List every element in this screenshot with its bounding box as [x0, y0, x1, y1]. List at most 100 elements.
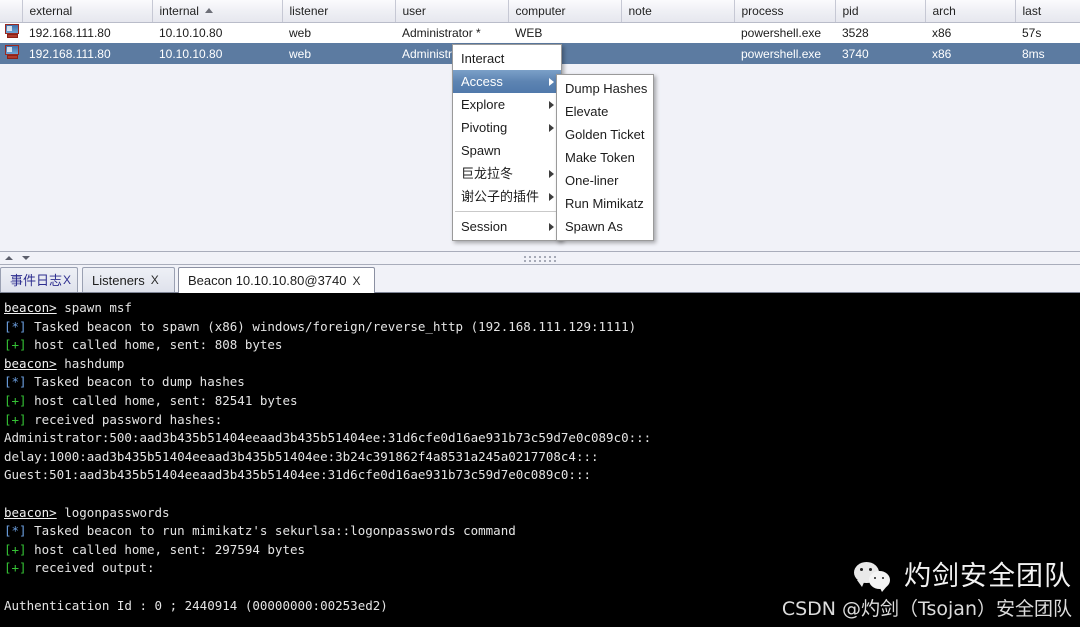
- console-line: [4, 485, 1080, 504]
- column-header-label: computer: [515, 3, 566, 18]
- menu-item-巨龙拉冬[interactable]: 巨龙拉冬: [453, 162, 561, 185]
- console-line: [+] host called home, sent: 808 bytes: [4, 336, 1080, 355]
- column-header-label: process: [741, 3, 784, 18]
- chevron-right-icon: [549, 192, 554, 201]
- column-header-pid[interactable]: pid: [835, 0, 926, 23]
- cell-arch: x86: [925, 43, 1015, 64]
- column-header-last[interactable]: last: [1015, 0, 1080, 23]
- column-header-listener[interactable]: listener: [282, 0, 396, 23]
- console-line-prefix: beacon>: [4, 355, 57, 371]
- beacon-console[interactable]: beacon> spawn msf [*] Tasked beacon to sp…: [0, 293, 1080, 627]
- cell-process: powershell.exe: [734, 43, 835, 64]
- menu-item-spawn[interactable]: Spawn: [453, 139, 561, 162]
- chevron-right-icon: [549, 222, 554, 231]
- column-header-label: listener: [289, 3, 329, 18]
- table-header-row: external internal listener user computer note…: [0, 0, 1080, 23]
- column-header-label: pid: [842, 3, 859, 18]
- menu-item-label: Access: [461, 74, 503, 89]
- cell-pid: 3740: [835, 43, 925, 64]
- console-line-text: host called home, sent: 82541 bytes: [26, 392, 298, 408]
- splitter-collapse-controls[interactable]: [5, 256, 30, 260]
- console-line-text: received password hashes:: [26, 411, 223, 427]
- column-header-computer[interactable]: computer: [508, 0, 622, 23]
- submenu-item-label: Make Token: [565, 150, 635, 165]
- column-header-note[interactable]: note: [621, 0, 735, 23]
- table-row[interactable]: 192.168.111.80 10.10.10.80 web Administrato…: [0, 22, 1080, 43]
- menu-item-label: Spawn: [461, 143, 501, 158]
- chevron-right-icon: [549, 77, 554, 86]
- menu-item-pivoting[interactable]: Pivoting: [453, 116, 561, 139]
- tab-listeners[interactable]: Listeners X: [82, 267, 175, 292]
- console-line-text: Administrator:500:aad3b435b51404eeaad3b4…: [4, 430, 652, 446]
- console-line-text: [4, 579, 12, 594]
- console-line: [+] host called home, sent: 297594 bytes: [4, 541, 1080, 560]
- submenu-item-elevate[interactable]: Elevate: [557, 100, 653, 123]
- console-line-text: [4, 486, 12, 501]
- grip-dot: [524, 256, 526, 258]
- menu-item-session[interactable]: Session: [453, 215, 561, 238]
- cell-listener: web: [282, 22, 395, 43]
- cell-last: 8ms: [1015, 43, 1080, 64]
- menu-item-interact[interactable]: Interact: [453, 47, 561, 70]
- triangle-down-icon[interactable]: [22, 256, 30, 260]
- submenu-item-label: Golden Ticket: [565, 127, 645, 142]
- column-header-user[interactable]: user: [395, 0, 509, 23]
- console-line-prefix: [*]: [4, 374, 27, 390]
- column-header-internal[interactable]: internal: [152, 0, 283, 23]
- console-line-prefix: beacon>: [4, 504, 57, 520]
- menu-item-谢公子的插件[interactable]: 谢公子的插件: [453, 185, 561, 208]
- column-header-icon[interactable]: [0, 0, 23, 23]
- context-submenu-access[interactable]: Dump Hashes Elevate Golden Ticket Make Toke…: [556, 74, 654, 241]
- cell-external: 192.168.111.80: [22, 43, 152, 64]
- console-line-text: logonpasswords: [56, 504, 170, 520]
- tab-close-icon[interactable]: X: [353, 268, 361, 294]
- console-line-text: Authentication Id : 0 ; 2440914 (0000000…: [4, 597, 388, 613]
- column-header-external[interactable]: external: [22, 0, 153, 23]
- submenu-item-dump-hashes[interactable]: Dump Hashes: [557, 77, 653, 100]
- cell-internal: 10.10.10.80: [152, 22, 282, 43]
- column-header-label: user: [402, 3, 426, 18]
- column-header-arch[interactable]: arch: [925, 0, 1016, 23]
- console-line-text: Tasked beacon to dump hashes: [26, 374, 245, 390]
- host-computer-icon: [0, 22, 22, 43]
- grip-dot: [554, 260, 556, 262]
- column-header-process[interactable]: process: [734, 0, 836, 23]
- console-line: beacon> hashdump: [4, 355, 1080, 374]
- chevron-right-icon: [549, 123, 554, 132]
- grip-dot: [554, 256, 556, 258]
- console-line-prefix: [+]: [4, 337, 27, 353]
- context-menu[interactable]: Interact Access Explore Pivoting Spawn 巨龙拉冬 谢公…: [452, 44, 562, 241]
- console-line-prefix: [+]: [4, 541, 27, 557]
- cell-pid: 3528: [835, 22, 925, 43]
- menu-item-label: Pivoting: [461, 120, 508, 135]
- grip-dots-icon[interactable]: [522, 256, 558, 266]
- tab-close-icon[interactable]: X: [63, 268, 71, 293]
- grip-dot: [524, 260, 526, 262]
- sort-ascending-icon: [204, 8, 213, 14]
- tab-event-log[interactable]: 事件日志 X: [0, 267, 78, 292]
- submenu-item-one-liner[interactable]: One-liner: [557, 169, 653, 192]
- menu-item-access[interactable]: Access: [453, 70, 561, 93]
- tab-beacon-10-10-10-80-3740[interactable]: Beacon 10.10.10.80@3740 X: [178, 267, 375, 293]
- grip-dot: [529, 260, 531, 262]
- submenu-item-spawn-as[interactable]: Spawn As: [557, 215, 653, 238]
- console-line-text: host called home, sent: 297594 bytes: [26, 541, 306, 557]
- grip-dot: [534, 256, 536, 258]
- tab-close-icon[interactable]: X: [151, 268, 159, 293]
- submenu-item-run-mimikatz[interactable]: Run Mimikatz: [557, 192, 653, 215]
- grip-dot: [529, 256, 531, 258]
- triangle-up-icon[interactable]: [5, 256, 13, 260]
- panel-splitter[interactable]: [0, 251, 1080, 266]
- submenu-item-golden-ticket[interactable]: Golden Ticket: [557, 123, 653, 146]
- menu-item-explore[interactable]: Explore: [453, 93, 561, 116]
- console-line-prefix: [*]: [4, 523, 27, 539]
- grip-dot: [544, 256, 546, 258]
- console-line-text: received output:: [26, 560, 155, 576]
- grip-dot: [539, 260, 541, 262]
- grip-dot: [549, 256, 551, 258]
- menu-item-label: Interact: [461, 51, 505, 66]
- column-header-label: arch: [932, 3, 956, 18]
- tab-label: Beacon 10.10.10.80@3740: [188, 272, 347, 288]
- cell-external: 192.168.111.80: [22, 22, 152, 43]
- submenu-item-make-token[interactable]: Make Token: [557, 146, 653, 169]
